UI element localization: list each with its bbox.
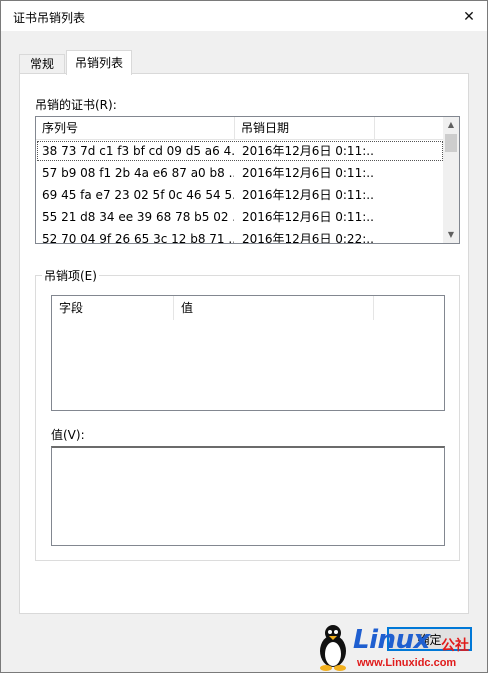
penguin-icon [320, 625, 346, 671]
scroll-thumb[interactable] [445, 134, 457, 152]
list-row[interactable]: 69 45 fa e7 23 02 5f 0c 46 54 5... 2016年… [36, 184, 444, 206]
crl-dialog: 证书吊销列表 ✕ 常规 吊销列表 吊销的证书(R): 序列号 吊销日期 38 7… [0, 0, 488, 673]
group-title: 吊销项(E) [42, 267, 99, 284]
column-header-field[interactable]: 字段 [52, 296, 174, 320]
date-cell: 2016年12月6日 0:22:... [242, 232, 374, 244]
revoked-certs-label: 吊销的证书(R): [35, 98, 117, 112]
revocation-list-panel: 吊销的证书(R): 序列号 吊销日期 38 73 7d c1 f3 bf cd … [19, 73, 469, 614]
tab-general[interactable]: 常规 [19, 54, 65, 74]
revocation-entry-group: 吊销项(E) 字段 值 值(V): [35, 267, 460, 561]
date-cell: 2016年12月6日 0:11:... [242, 188, 374, 202]
close-button[interactable]: ✕ [459, 7, 479, 27]
window-title: 证书吊销列表 [13, 11, 86, 25]
ok-button[interactable]: 确定 [387, 627, 472, 651]
date-cell: 2016年12月6日 0:11:... [242, 144, 374, 158]
tab-revocation-list[interactable]: 吊销列表 [66, 50, 132, 75]
serial-cell: 38 73 7d c1 f3 bf cd 09 d5 a6 4... [42, 144, 234, 158]
scroll-down-icon[interactable]: ▼ [443, 227, 459, 243]
vertical-scrollbar[interactable]: ▲ ▼ [443, 117, 459, 243]
column-header-serial[interactable]: 序列号 [36, 117, 235, 139]
date-cell: 2016年12月6日 0:11:... [242, 210, 374, 224]
value-label: 值(V): [51, 428, 85, 442]
scroll-up-icon[interactable]: ▲ [443, 117, 459, 133]
list-row[interactable]: 52 70 04 9f 26 65 3c 12 b8 71 ... 2016年1… [36, 228, 444, 244]
list-header: 序列号 吊销日期 [36, 117, 444, 140]
serial-cell: 69 45 fa e7 23 02 5f 0c 46 54 5... [42, 188, 234, 202]
close-icon: ✕ [463, 9, 475, 25]
date-cell: 2016年12月6日 0:11:... [242, 166, 374, 180]
value-textbox[interactable] [51, 446, 445, 546]
list-row[interactable]: 55 21 d8 34 ee 39 68 78 b5 02 ... 2016年1… [36, 206, 444, 228]
entry-field-list[interactable]: 字段 值 [51, 295, 445, 411]
column-header-value[interactable]: 值 [174, 296, 374, 320]
list-body: 38 73 7d c1 f3 bf cd 09 d5 a6 4... 2016年… [36, 140, 444, 244]
list-row[interactable]: 38 73 7d c1 f3 bf cd 09 d5 a6 4... 2016年… [36, 140, 444, 162]
title-bar[interactable]: 证书吊销列表 ✕ [1, 1, 487, 31]
revoked-certs-list[interactable]: 序列号 吊销日期 38 73 7d c1 f3 bf cd 09 d5 a6 4… [35, 116, 460, 244]
list-row[interactable]: 57 b9 08 f1 2b 4a e6 87 a0 b8 ... 2016年1… [36, 162, 444, 184]
column-header-date[interactable]: 吊销日期 [235, 117, 375, 139]
serial-cell: 52 70 04 9f 26 65 3c 12 b8 71 ... [42, 232, 234, 244]
serial-cell: 55 21 d8 34 ee 39 68 78 b5 02 ... [42, 210, 234, 224]
serial-cell: 57 b9 08 f1 2b 4a e6 87 a0 b8 ... [42, 166, 234, 180]
watermark-url: www.Linuxidc.com [357, 657, 457, 669]
